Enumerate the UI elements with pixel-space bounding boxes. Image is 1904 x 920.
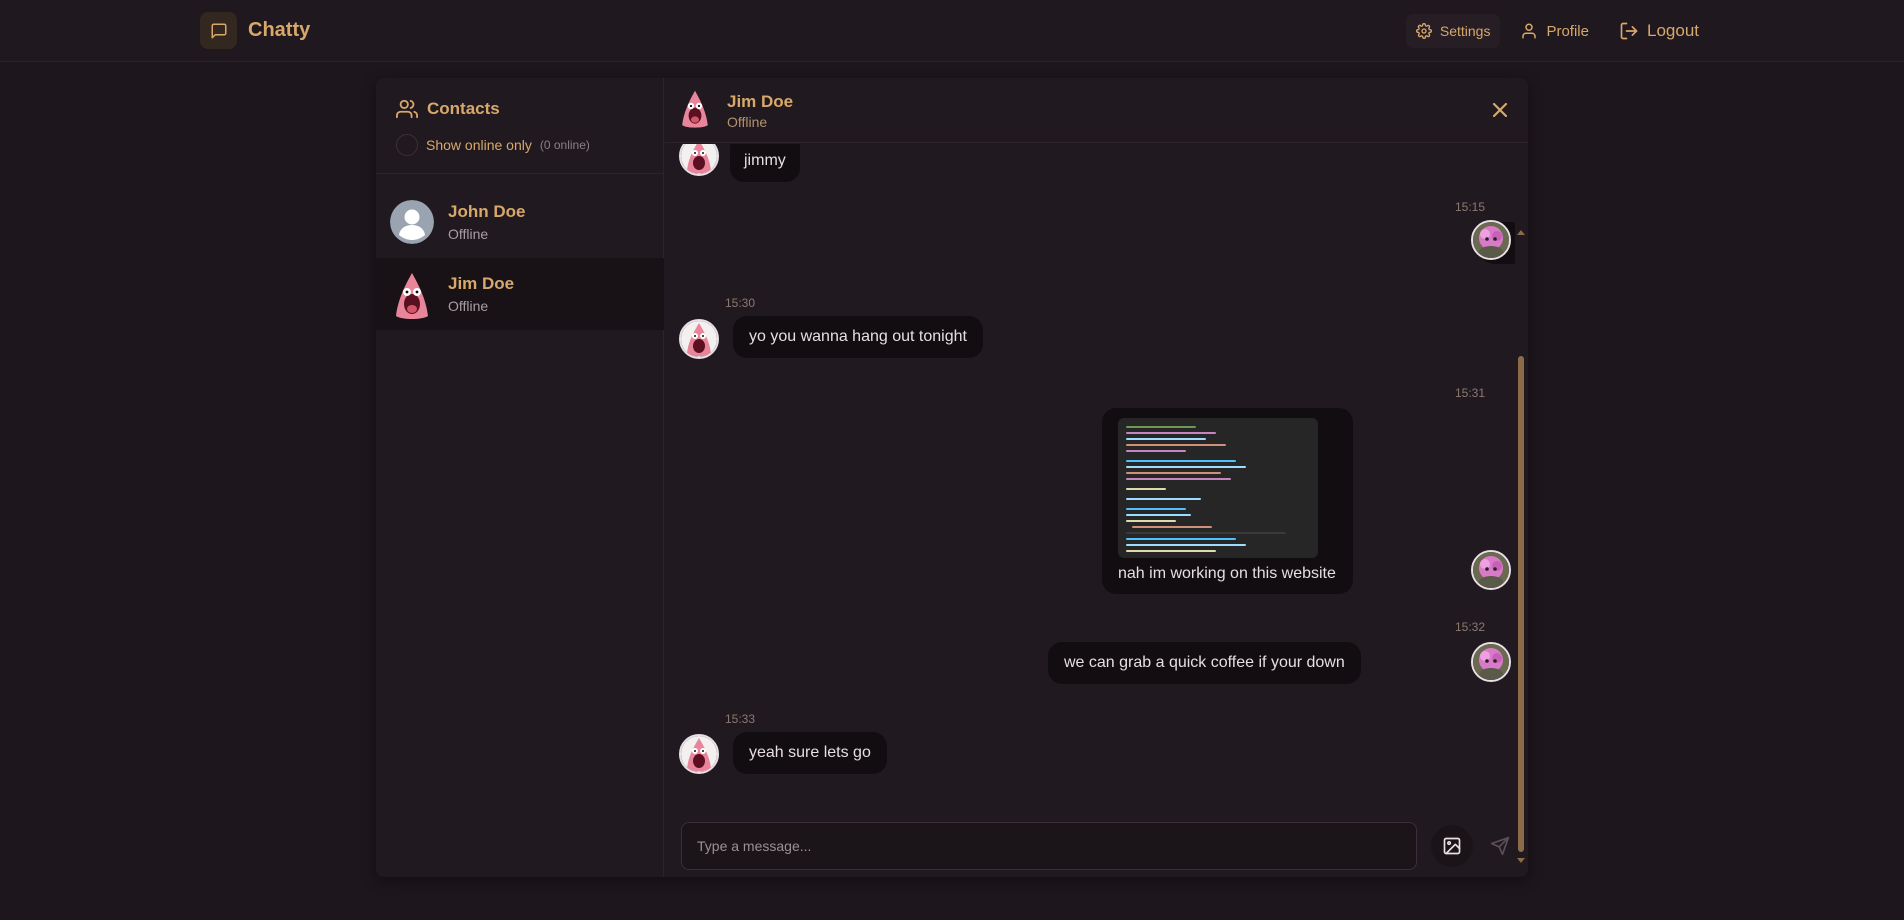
chat-container: Contacts Show online only (0 online) Joh… [376, 78, 1528, 877]
starfish-avatar [679, 144, 719, 176]
settings-button[interactable]: Settings [1405, 14, 1501, 48]
users-icon [396, 99, 418, 119]
contact-name: John Doe [448, 202, 526, 221]
contact-status: Offline [448, 298, 489, 314]
message-bubble: we can grab a quick coffee if your down [1048, 642, 1361, 684]
message-time: 15:31 [1455, 386, 1486, 400]
contact-status: Offline [448, 226, 489, 242]
chat-panel: Jim Doe Offline jimmy 15:15 ye 15:30 [665, 78, 1528, 877]
contacts-sidebar: Contacts Show online only (0 online) Joh… [376, 78, 664, 877]
chat-contact-name: Jim Doe [727, 92, 794, 111]
message-bubble: yeah sure lets go [733, 732, 887, 774]
send-button[interactable] [1479, 825, 1521, 867]
close-icon[interactable] [1488, 98, 1512, 122]
message-scrollbar[interactable] [1514, 144, 1528, 864]
gear-icon [1415, 23, 1432, 39]
contact-item-selected[interactable]: Jim Doe Offline [376, 258, 664, 330]
navbar: Chatty Settings Profile Logout [0, 0, 1904, 62]
contacts-title: Contacts [396, 98, 500, 120]
starfish-avatar [679, 734, 719, 774]
message-bubble: jimmy [730, 144, 800, 182]
chat-bubble-icon [200, 12, 237, 49]
contacts-title-label: Contacts [427, 99, 500, 118]
chat-contact-status: Offline [727, 114, 768, 130]
logout-icon [1620, 22, 1638, 40]
contacts-header: Contacts Show online only (0 online) [376, 78, 664, 174]
starfish-avatar [390, 272, 434, 319]
settings-label: Settings [1439, 23, 1491, 39]
online-count: (0 online) [539, 138, 590, 152]
message-bubble-with-image: nah im working on this website [1102, 408, 1353, 594]
message-bubble: yo you wanna hang out tonight [733, 316, 983, 358]
user-icon [1522, 23, 1537, 39]
message-composer [665, 806, 1528, 877]
self-avatar [1471, 550, 1511, 590]
scrollbar-thumb[interactable] [1518, 356, 1524, 852]
message-list: jimmy 15:15 ye 15:30 yo you wanna hang o… [665, 144, 1515, 856]
starfish-avatar [679, 319, 719, 359]
scroll-up-arrow[interactable] [1517, 230, 1525, 235]
app-name: Chatty [248, 19, 311, 41]
profile-button[interactable]: Profile [1510, 14, 1599, 48]
self-avatar [1471, 220, 1511, 260]
image-icon [1443, 837, 1461, 855]
message-time: 15:33 [725, 712, 756, 726]
default-user-avatar [390, 200, 434, 244]
starfish-avatar [677, 90, 713, 130]
logout-label: Logout [1647, 21, 1699, 40]
self-avatar [1471, 642, 1511, 682]
online-filter[interactable]: Show online only (0 online) [396, 134, 590, 156]
nav-actions: Settings Profile Logout [1405, 14, 1709, 48]
send-icon [1490, 836, 1510, 856]
chat-header: Jim Doe Offline [665, 78, 1528, 143]
message-time: 15:32 [1455, 620, 1486, 634]
brand[interactable]: Chatty [200, 12, 310, 49]
contact-name: Jim Doe [448, 274, 515, 293]
contact-item[interactable]: John Doe Offline [376, 186, 664, 258]
profile-label: Profile [1546, 22, 1589, 40]
online-only-checkbox[interactable] [396, 134, 418, 156]
attach-image-button[interactable] [1431, 825, 1473, 867]
message-time: 15:15 [1455, 200, 1486, 214]
message-time: 15:30 [725, 296, 756, 310]
message-text: nah im working on this website [1118, 565, 1336, 582]
logout-button[interactable]: Logout [1609, 14, 1709, 48]
online-only-label: Show online only [426, 137, 532, 153]
code-screenshot-image[interactable] [1118, 418, 1318, 558]
message-input[interactable] [681, 822, 1417, 870]
